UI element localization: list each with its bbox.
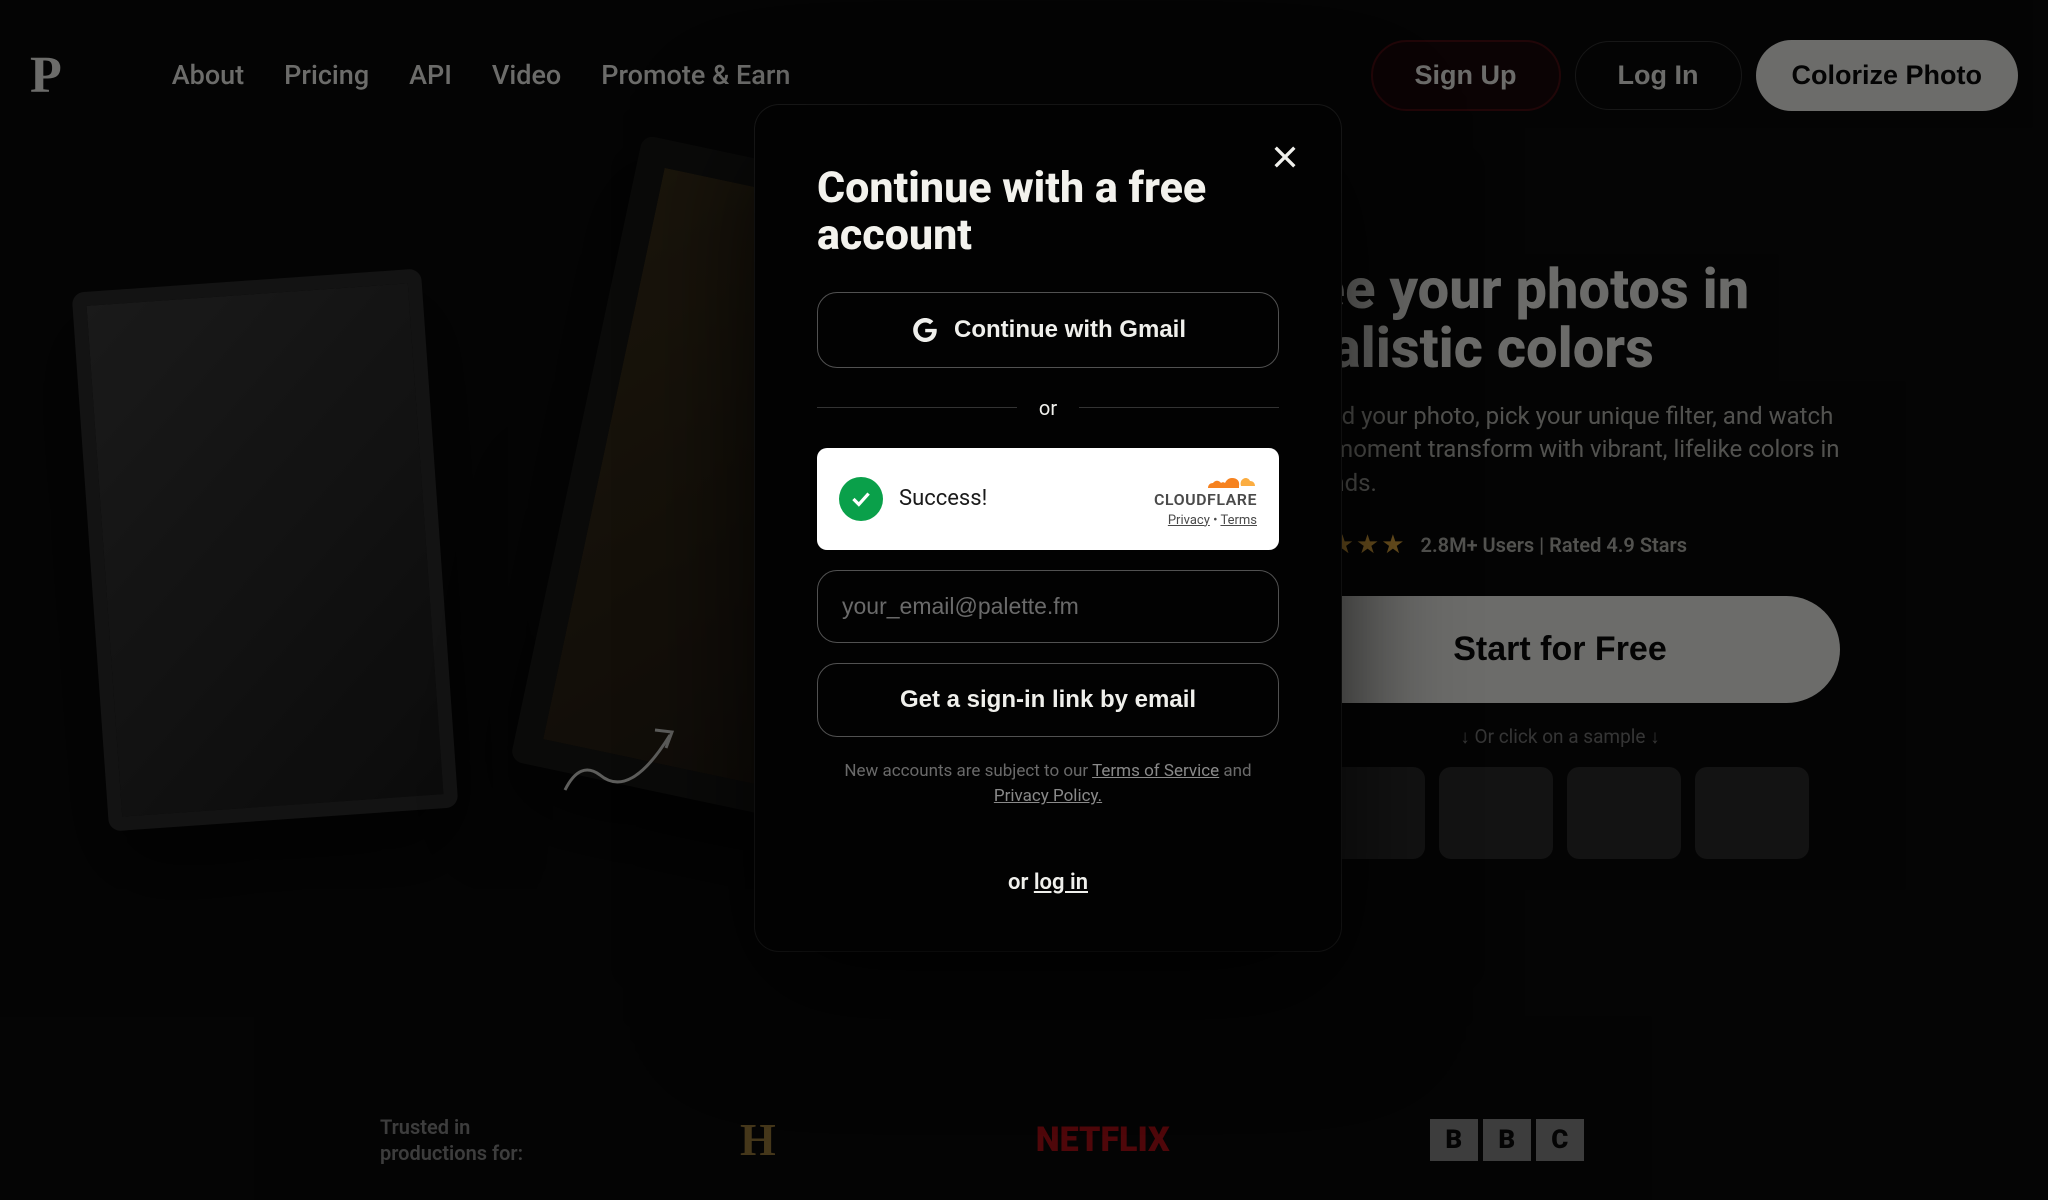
cloudflare-word: CLOUDFLARE: [1154, 490, 1257, 509]
terms-text: New accounts are subject to our Terms of…: [817, 759, 1279, 810]
signup-modal: Continue with a free account Continue wi…: [755, 105, 1341, 951]
cloudflare-icon: [1201, 470, 1257, 492]
google-icon: [910, 315, 940, 345]
divider: or: [817, 396, 1279, 420]
success-check-icon: [839, 477, 883, 521]
cloudflare-brand: CLOUDFLARE Privacy • Terms: [1154, 470, 1257, 528]
modal-title: Continue with a free account: [817, 165, 1279, 260]
email-link-button[interactable]: Get a sign-in link by email: [817, 663, 1279, 737]
privacy-link[interactable]: Privacy Policy.: [994, 786, 1102, 806]
tos-link[interactable]: Terms of Service: [1092, 761, 1219, 781]
close-button[interactable]: [1265, 137, 1305, 177]
close-icon: [1269, 141, 1301, 173]
cloudflare-success-text: Success!: [899, 486, 987, 511]
login-line: or log in: [817, 870, 1279, 895]
cloudflare-privacy-link[interactable]: Privacy: [1168, 513, 1210, 528]
continue-gmail-button[interactable]: Continue with Gmail: [817, 292, 1279, 368]
cloudflare-widget: Success! CLOUDFLARE Privacy • Terms: [817, 448, 1279, 550]
gmail-label: Continue with Gmail: [954, 316, 1186, 344]
login-link[interactable]: log in: [1034, 870, 1088, 895]
divider-or: or: [1039, 396, 1057, 420]
cloudflare-terms-link[interactable]: Terms: [1220, 513, 1257, 528]
email-input[interactable]: [817, 570, 1279, 643]
